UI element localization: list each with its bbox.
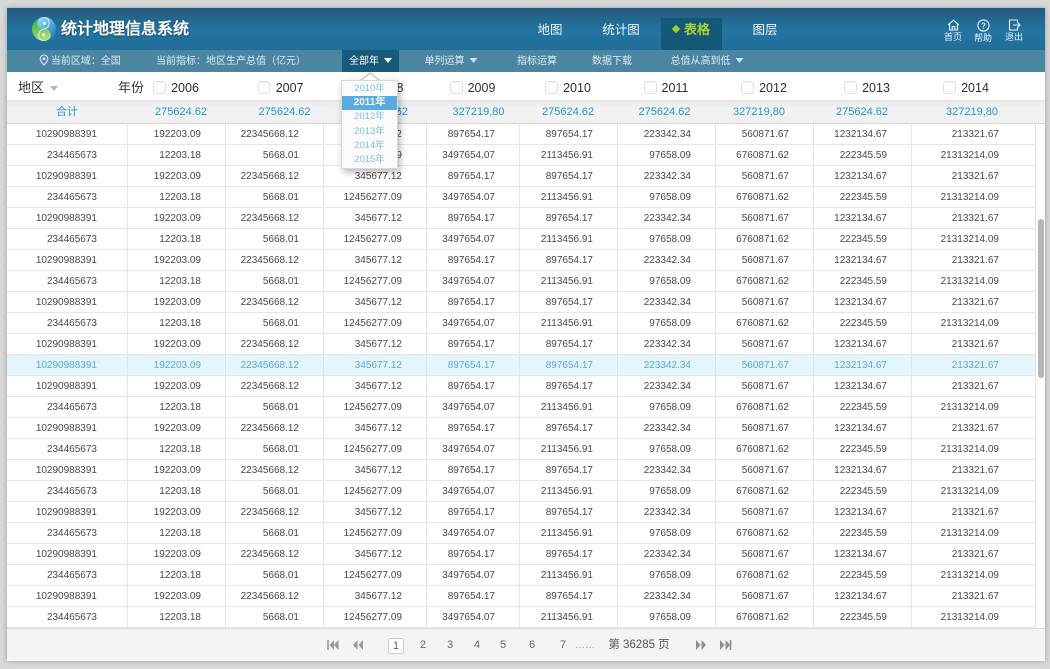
svg-text:?: ? xyxy=(981,21,986,30)
